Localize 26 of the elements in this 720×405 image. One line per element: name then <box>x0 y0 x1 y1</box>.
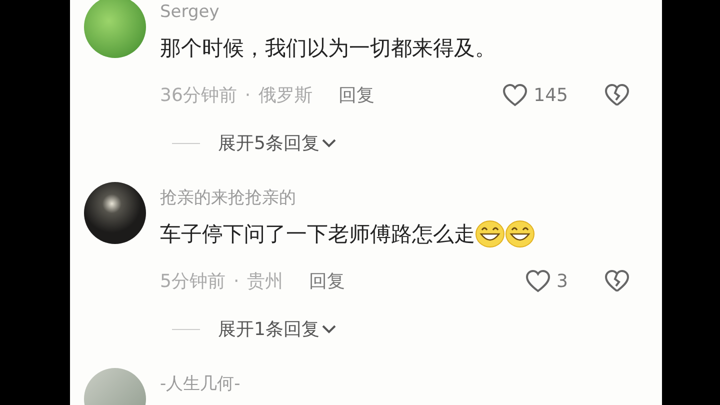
heart-icon <box>524 269 551 293</box>
comment-location: 俄罗斯 <box>258 84 313 108</box>
username[interactable]: -人生几何- <box>160 372 630 396</box>
separator-dot: · <box>233 270 240 294</box>
grinning-emoji-icon <box>505 220 535 248</box>
broken-heart-icon[interactable] <box>604 83 630 107</box>
username[interactable]: Sergey <box>160 0 630 24</box>
comment-text: 车子停下问了一下老师傅路怎么走 <box>160 221 475 248</box>
like-count: 3 <box>556 270 568 294</box>
expand-replies-link[interactable]: 展开1条回复 <box>218 316 320 342</box>
comment-time: 5分钟前 <box>160 270 226 294</box>
expand-replies-link[interactable]: 展开5条回复 <box>218 130 320 156</box>
like-count: 145 <box>534 84 568 108</box>
comment-time: 36分钟前 <box>160 84 237 108</box>
reply-link[interactable]: 回复 <box>338 82 375 108</box>
chevron-down-icon <box>321 324 338 334</box>
separator-dot: · <box>244 84 251 108</box>
reply-link[interactable]: 回复 <box>309 268 346 294</box>
comment-location: 贵州 <box>247 270 284 294</box>
broken-heart-icon[interactable] <box>604 269 630 293</box>
chevron-down-icon <box>321 138 338 148</box>
grinning-emoji-icon <box>475 220 505 248</box>
heart-icon <box>502 83 528 107</box>
comment-text: 那个时候，我们以为一切都来得及。 <box>160 35 496 62</box>
avatar-photo-placeholder <box>84 0 146 58</box>
username[interactable]: 抢亲的来抢抢亲的 <box>160 186 630 210</box>
